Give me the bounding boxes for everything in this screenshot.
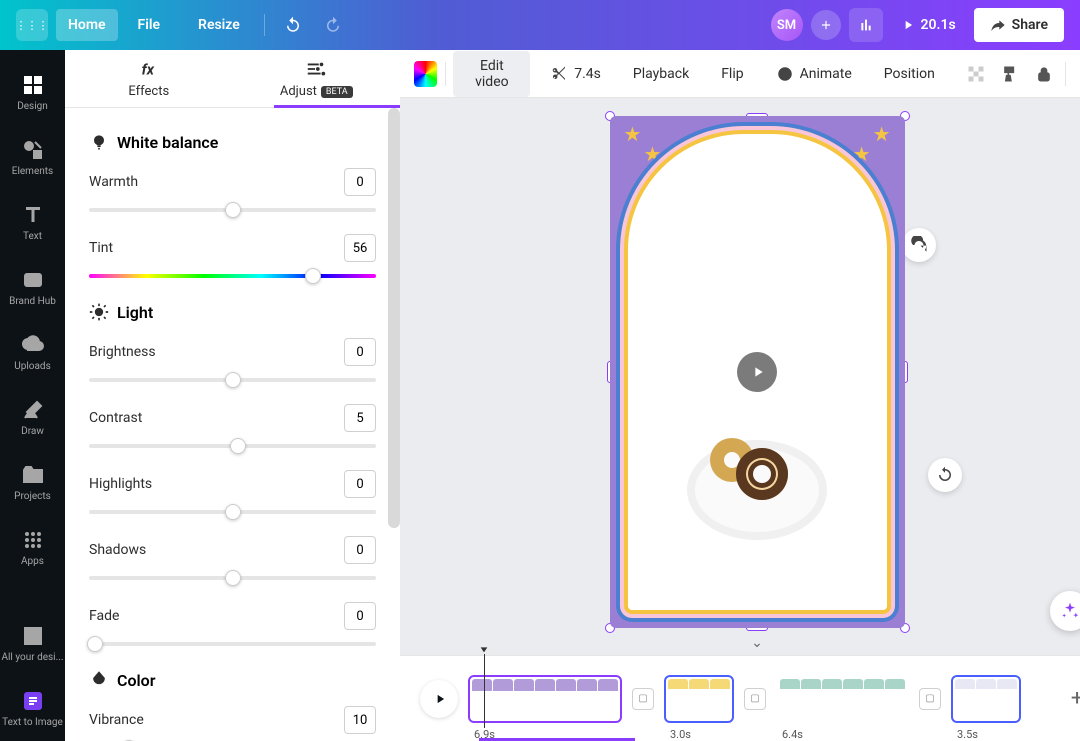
redo-button[interactable] — [317, 9, 349, 41]
scissors-icon — [550, 65, 568, 83]
rail-draw[interactable]: Draw — [0, 385, 65, 450]
rail-text-to-image[interactable]: Text to Image — [0, 676, 65, 741]
play-preview-button[interactable]: 20.1s — [891, 9, 966, 41]
fx-icon: fx — [138, 58, 160, 80]
canvas-stage[interactable]: ★ ★ ★ ★ ★ ★ ⌄ — [400, 98, 1080, 655]
brightness-slider[interactable] — [89, 378, 376, 382]
playback-button[interactable]: Playback — [621, 59, 701, 89]
svg-text:fx: fx — [141, 61, 154, 79]
rail-design[interactable]: Design — [0, 60, 65, 125]
rail-apps[interactable]: Apps — [0, 515, 65, 580]
share-button[interactable]: Share — [974, 8, 1064, 42]
vibrance-input[interactable] — [344, 706, 376, 734]
top-header: ⋮⋮⋮ Home File Resize SM 20.1s Share — [0, 0, 1080, 50]
rail-projects[interactable]: Projects — [0, 450, 65, 515]
analytics-button[interactable] — [849, 8, 883, 42]
timeline: 6.9s ▢ 3.0s ▢ 6.4s ▢ 3.5s + — [400, 655, 1080, 741]
left-rail: Design Elements Text Brand Hub Uploads D… — [0, 50, 65, 741]
timeline-clip-1[interactable] — [468, 675, 622, 723]
clip-duration: 6.4s — [782, 728, 803, 741]
warmth-input[interactable] — [344, 168, 376, 196]
color-picker[interactable] — [414, 61, 437, 87]
clip-duration: 3.5s — [957, 728, 978, 741]
slider-tint: Tint — [89, 234, 376, 278]
trim-button[interactable]: 7.4s — [538, 58, 613, 90]
file-button[interactable]: File — [126, 9, 173, 41]
highlights-input[interactable] — [344, 470, 376, 498]
expand-pages-icon[interactable]: ⌄ — [751, 635, 763, 651]
transition-button[interactable]: ▢ — [744, 688, 766, 710]
star-icon: ★ — [644, 142, 662, 166]
sync-button[interactable] — [928, 458, 962, 492]
contrast-input[interactable] — [344, 404, 376, 432]
section-light: Light — [89, 302, 376, 322]
star-icon: ★ — [873, 122, 891, 146]
warmth-slider[interactable] — [89, 208, 376, 212]
rail-all-designs[interactable]: All your desi... — [0, 611, 65, 676]
lock-button[interactable] — [1031, 59, 1057, 89]
star-icon: ★ — [624, 122, 642, 146]
highlights-slider[interactable] — [89, 510, 376, 514]
fade-slider[interactable] — [89, 642, 376, 646]
brightness-input[interactable] — [344, 338, 376, 366]
copy-style-button[interactable] — [997, 59, 1023, 89]
flip-button[interactable]: Flip — [709, 59, 755, 89]
timeline-clip-3[interactable] — [776, 675, 909, 723]
user-avatar[interactable]: SM — [771, 9, 803, 41]
bulb-icon — [89, 132, 109, 152]
position-button[interactable]: Position — [872, 59, 947, 89]
animate-button[interactable]: Animate — [764, 58, 864, 90]
rail-text[interactable]: Text — [0, 190, 65, 255]
resize-button[interactable]: Resize — [180, 9, 252, 41]
arch-frame — [624, 130, 891, 614]
home-button[interactable]: Home — [56, 9, 118, 41]
regenerate-button[interactable] — [902, 228, 936, 262]
video-frame-card: ★ ★ ★ ★ ★ ★ — [610, 116, 905, 628]
timeline-clip-4[interactable] — [951, 675, 1021, 723]
transition-button[interactable]: ▢ — [919, 688, 941, 710]
tint-input[interactable] — [344, 234, 376, 262]
play-video-button[interactable] — [737, 352, 777, 392]
sliders-icon — [305, 58, 327, 80]
edit-video-button[interactable]: Edit video — [453, 51, 530, 97]
tint-slider[interactable] — [89, 274, 376, 278]
add-member-button[interactable] — [811, 10, 841, 40]
timeline-play-button[interactable] — [420, 680, 458, 718]
app-logo[interactable]: ⋮⋮⋮ — [16, 9, 48, 41]
canvas-area: Edit video 7.4s Playback Flip Animate Po… — [400, 50, 1080, 741]
timeline-clip-2[interactable] — [664, 675, 734, 723]
adjust-panel: fx Effects AdjustBETA White balance Warm… — [65, 50, 400, 741]
context-toolbar: Edit video 7.4s Playback Flip Animate Po… — [400, 50, 1080, 98]
shadows-input[interactable] — [344, 536, 376, 564]
shadows-slider[interactable] — [89, 576, 376, 580]
section-white-balance: White balance — [89, 132, 376, 152]
panel-scrollbar[interactable] — [388, 108, 400, 528]
selected-element[interactable]: ★ ★ ★ ★ ★ ★ — [610, 116, 905, 628]
rail-brand-hub[interactable]: Brand Hub — [0, 255, 65, 320]
sun-icon — [89, 302, 109, 322]
contrast-slider[interactable] — [89, 444, 376, 448]
animate-icon — [776, 65, 794, 83]
add-page-button[interactable]: + — [1060, 682, 1080, 716]
rail-elements[interactable]: Elements — [0, 125, 65, 190]
rail-uploads[interactable]: Uploads — [0, 320, 65, 385]
tab-effects[interactable]: fx Effects — [65, 50, 233, 107]
section-color: Color — [89, 670, 376, 690]
slider-warmth: Warmth — [89, 168, 376, 212]
clip-duration: 3.0s — [670, 728, 691, 741]
volume-button[interactable] — [1074, 59, 1080, 89]
drop-icon — [89, 670, 109, 690]
fade-input[interactable] — [344, 602, 376, 630]
transition-button[interactable]: ▢ — [632, 688, 654, 710]
donut-graphic — [736, 448, 788, 500]
tab-adjust[interactable]: AdjustBETA — [233, 50, 401, 107]
undo-button[interactable] — [277, 9, 309, 41]
transparency-button[interactable] — [963, 59, 989, 89]
star-icon: ★ — [853, 142, 871, 166]
beta-badge: BETA — [321, 86, 353, 98]
